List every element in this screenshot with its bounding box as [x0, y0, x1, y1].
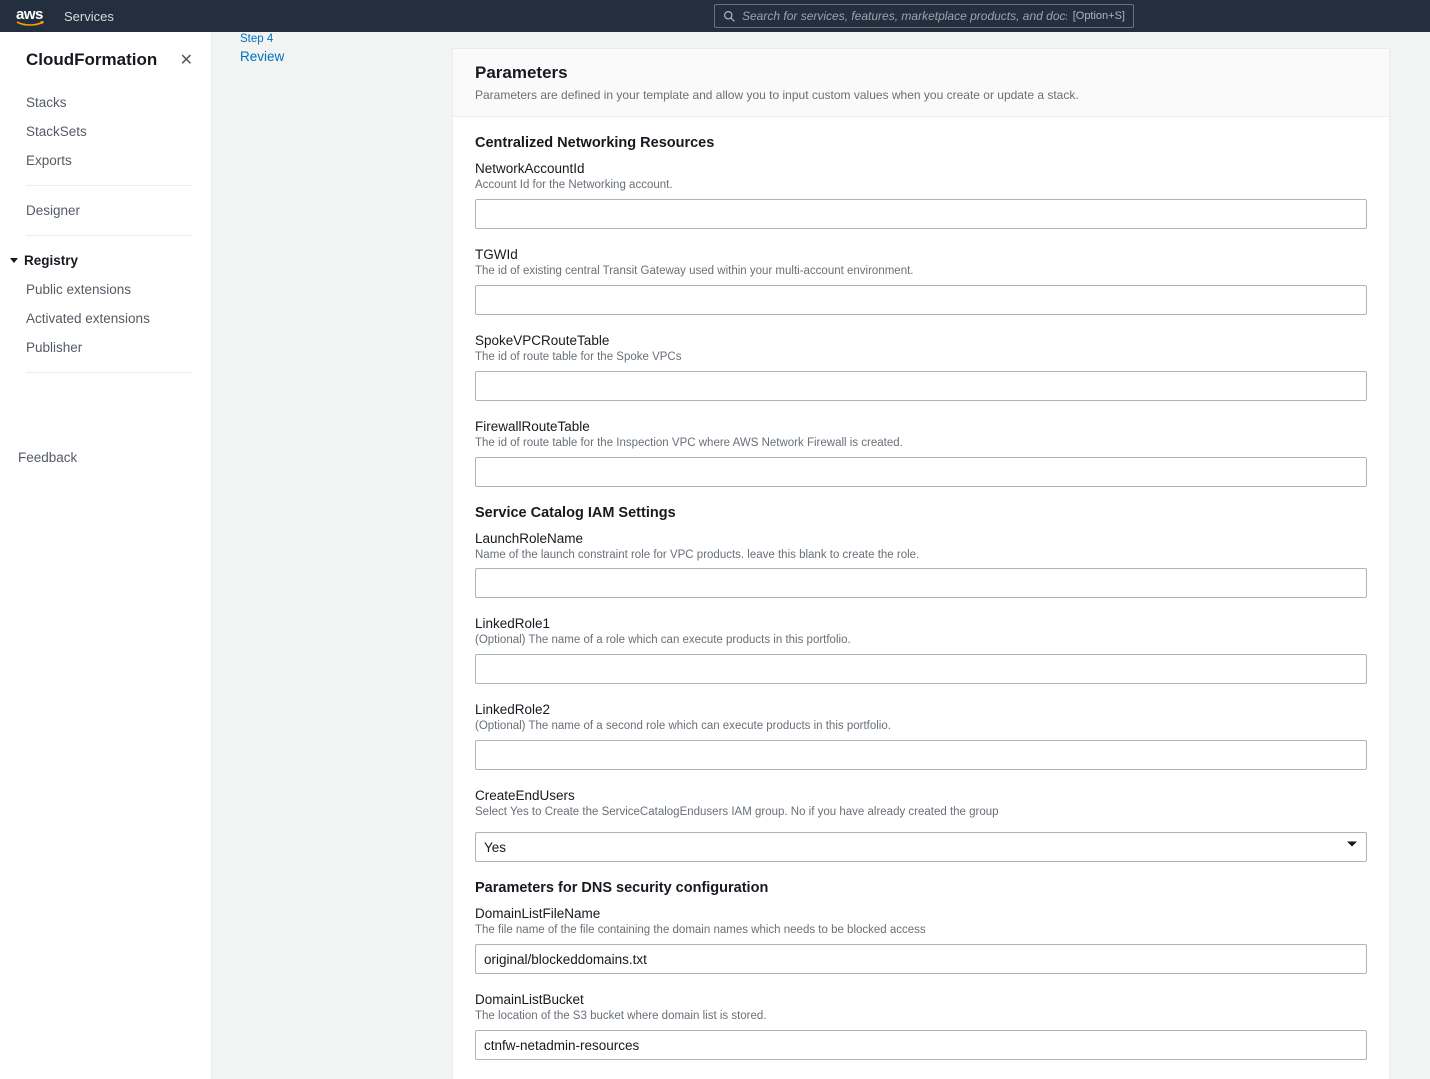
param-label: DomainListBucket: [475, 992, 1367, 1007]
param-help: Name of the launch constraint role for V…: [475, 548, 1367, 563]
param-help: The location of the S3 bucket where doma…: [475, 1009, 1367, 1024]
param-input[interactable]: [475, 285, 1367, 315]
param-label: SpokeVPCRouteTable: [475, 333, 1367, 348]
close-sidebar-icon[interactable]: ✕: [180, 50, 193, 70]
services-menu[interactable]: Services: [64, 9, 118, 24]
param-group-title: Service Catalog IAM Settings: [475, 505, 1367, 521]
search-icon: [723, 10, 736, 23]
aws-logo[interactable]: aws: [16, 6, 44, 27]
param-input[interactable]: [475, 740, 1367, 770]
param-label: FirewallRouteTable: [475, 419, 1367, 434]
param-label: DomainListFileName: [475, 906, 1367, 921]
param-select-value[interactable]: [475, 832, 1367, 862]
param-help: Account Id for the Networking account.: [475, 178, 1367, 193]
param-label: NetworkAccountId: [475, 161, 1367, 176]
parameters-panel: Parameters Parameters are defined in you…: [452, 48, 1390, 1079]
param-input[interactable]: [475, 1030, 1367, 1060]
param-help: The id of existing central Transit Gatew…: [475, 264, 1367, 279]
param-field: LinkedRole1 (Optional) The name of a role…: [475, 616, 1367, 684]
sidebar-registry-label: Registry: [24, 253, 78, 268]
param-input[interactable]: [475, 654, 1367, 684]
param-label: LaunchRoleName: [475, 531, 1367, 546]
param-label: LinkedRole1: [475, 616, 1367, 631]
service-sidebar: CloudFormation ✕ Stacks StackSets Export…: [0, 32, 212, 1079]
wizard-steps: Step 4 Review: [212, 32, 452, 1079]
services-label: Services: [64, 9, 114, 24]
panel-body: Centralized Networking Resources NetworkA…: [453, 117, 1389, 1079]
param-group-title: Parameters for DNS security configuratio…: [475, 880, 1367, 896]
global-nav: aws Services [Option+S]: [0, 0, 1430, 32]
param-field: SpokeVPCRouteTable The id of route table …: [475, 333, 1367, 401]
param-label: TGWId: [475, 247, 1367, 262]
param-label: CreateEndUsers: [475, 788, 1367, 803]
param-input[interactable]: [475, 457, 1367, 487]
panel-title: Parameters: [475, 63, 1367, 83]
param-field: FirewallRouteTable The id of route table …: [475, 419, 1367, 487]
param-label: LinkedRole2: [475, 702, 1367, 717]
wizard-step-review[interactable]: Review: [240, 49, 432, 64]
search-shortcut-label: [Option+S]: [1073, 10, 1125, 22]
wizard-step-label: Step 4: [240, 32, 432, 47]
sidebar-item-public-extensions[interactable]: Public extensions: [0, 275, 211, 304]
param-help: Select Yes to Create the ServiceCatalogE…: [475, 805, 1367, 820]
param-field: DomainListFileName The file name of the f…: [475, 906, 1367, 974]
param-help: The id of route table for the Spoke VPCs: [475, 350, 1367, 365]
sidebar-item-designer[interactable]: Designer: [0, 196, 211, 225]
param-select[interactable]: [475, 826, 1367, 862]
aws-smile-icon: [16, 21, 44, 27]
param-input[interactable]: [475, 199, 1367, 229]
param-input[interactable]: [475, 371, 1367, 401]
param-help: The id of route table for the Inspection…: [475, 436, 1367, 451]
panel-description: Parameters are defined in your template …: [475, 87, 1367, 104]
panel-header: Parameters Parameters are defined in you…: [453, 49, 1389, 117]
param-field: TGWId The id of existing central Transit …: [475, 247, 1367, 315]
global-search[interactable]: [Option+S]: [714, 4, 1134, 28]
service-title: CloudFormation: [26, 50, 157, 70]
param-help: (Optional) The name of a role which can …: [475, 633, 1367, 648]
main-content: Parameters Parameters are defined in you…: [452, 32, 1430, 1079]
sidebar-section-registry[interactable]: Registry: [0, 246, 211, 275]
param-field: CreateEndUsers Select Yes to Create the S…: [475, 788, 1367, 862]
param-input[interactable]: [475, 568, 1367, 598]
sidebar-feedback[interactable]: Feedback: [0, 443, 211, 472]
param-field: LinkedRole2 (Optional) The name of a seco…: [475, 702, 1367, 770]
param-field: DomainListBucket The location of the S3 b…: [475, 992, 1367, 1060]
param-help: The file name of the file containing the…: [475, 923, 1367, 938]
global-search-input[interactable]: [742, 9, 1067, 23]
sidebar-item-publisher[interactable]: Publisher: [0, 333, 211, 362]
sidebar-item-exports[interactable]: Exports: [0, 146, 211, 175]
param-input[interactable]: [475, 944, 1367, 974]
sidebar-item-stacks[interactable]: Stacks: [0, 88, 211, 117]
param-field: LaunchRoleName Name of the launch constra…: [475, 531, 1367, 599]
param-field: NetworkAccountId Account Id for the Netwo…: [475, 161, 1367, 229]
chevron-down-icon: [10, 258, 18, 263]
sidebar-item-stacksets[interactable]: StackSets: [0, 117, 211, 146]
param-group-title: Centralized Networking Resources: [475, 135, 1367, 151]
sidebar-item-activated-extensions[interactable]: Activated extensions: [0, 304, 211, 333]
param-help: (Optional) The name of a second role whi…: [475, 719, 1367, 734]
